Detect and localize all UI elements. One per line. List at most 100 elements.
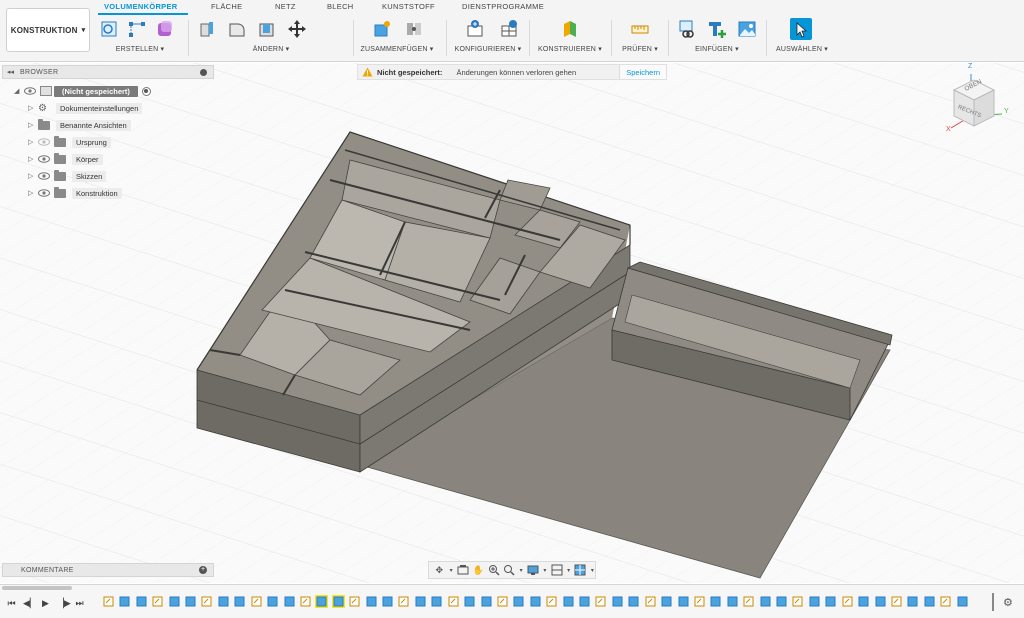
timeline-feature-icon[interactable] (480, 595, 493, 608)
orbit-icon[interactable]: ✥ (433, 564, 445, 576)
save-button[interactable]: Speichern (619, 65, 666, 79)
timeline-feature-icon[interactable] (381, 595, 394, 608)
timeline-feature-icon[interactable] (857, 595, 870, 608)
measure-icon[interactable] (629, 18, 651, 40)
tree-item-ursprung[interactable]: ▷ Ursprung (28, 135, 111, 149)
timeline-feature-icon[interactable] (283, 595, 296, 608)
browser-header[interactable]: ◂◂ BROWSER (2, 65, 214, 79)
step-forward-icon[interactable]: ▕▶ (57, 598, 71, 608)
configure-table-icon[interactable] (498, 18, 520, 40)
timeline-sketch-icon[interactable] (841, 595, 854, 608)
timeline-feature-icon[interactable] (956, 595, 969, 608)
skip-start-icon[interactable]: ⏮ (6, 598, 17, 608)
timeline-feature-icon[interactable] (874, 595, 887, 608)
caret-right-icon[interactable]: ▷ (28, 172, 38, 180)
group-label-pruefen[interactable]: PRÜFEN ▾ (615, 45, 665, 53)
select-icon[interactable] (790, 18, 812, 40)
model-view[interactable] (0, 63, 1024, 583)
timeline-feature-icon[interactable] (217, 595, 230, 608)
grid-snap-icon[interactable] (551, 564, 563, 576)
plane-icon[interactable] (559, 18, 581, 40)
shell-icon[interactable] (256, 18, 278, 40)
timeline-sketch-icon[interactable] (693, 595, 706, 608)
caret-right-icon[interactable]: ▷ (28, 104, 38, 112)
caret-down-icon[interactable]: ◢ (14, 87, 24, 95)
timeline-feature-icon[interactable] (266, 595, 279, 608)
chevron-down-icon[interactable]: ▾ (542, 564, 547, 576)
eye-icon[interactable] (24, 87, 36, 95)
tree-item-koerper[interactable]: ▷ Körper (28, 152, 103, 166)
eye-icon[interactable] (38, 189, 50, 197)
new-component-icon[interactable] (371, 18, 393, 40)
timeline-feature-icon[interactable] (233, 595, 246, 608)
timeline-sketch-icon[interactable] (299, 595, 312, 608)
group-label-konfigurieren[interactable]: KONFIGURIEREN ▾ (450, 45, 526, 53)
eye-icon[interactable] (38, 155, 50, 163)
eye-icon[interactable] (38, 172, 50, 180)
group-label-erstellen[interactable]: ERSTELLEN ▾ (96, 45, 184, 53)
tab-netz[interactable]: NETZ (275, 2, 296, 11)
timeline-feature-icon[interactable] (627, 595, 640, 608)
chevron-down-icon[interactable]: ▾ (518, 564, 523, 576)
timeline-sketch-icon[interactable] (447, 595, 460, 608)
timeline-sketch-icon[interactable] (644, 595, 657, 608)
tab-volumenkoerper[interactable]: VOLUMENKÖRPER (104, 2, 178, 11)
timeline-sketch-icon[interactable] (939, 595, 952, 608)
viewports-icon[interactable] (574, 564, 586, 576)
timeline-feature-icon[interactable] (168, 595, 181, 608)
add-comment-icon[interactable]: + (199, 566, 207, 574)
chevron-down-icon[interactable]: ▾ (448, 564, 453, 576)
display-settings-icon[interactable] (527, 564, 539, 576)
timeline-feature-icon[interactable] (529, 595, 542, 608)
timeline-feature-icon[interactable] (315, 595, 328, 608)
view-cube[interactable]: OBEN RECHTS Z Y X (940, 62, 1020, 142)
canvas-icon[interactable] (736, 18, 758, 40)
zoom-window-icon[interactable] (488, 564, 500, 576)
tree-item-skizzen[interactable]: ▷ Skizzen (28, 169, 107, 183)
collapse-left-icon[interactable]: ◂◂ (7, 68, 14, 76)
timeline-feature-icon[interactable] (135, 595, 148, 608)
timeline-sketch-icon[interactable] (102, 595, 115, 608)
browser-options-icon[interactable] (200, 68, 207, 76)
timeline-feature-icon[interactable] (184, 595, 197, 608)
step-back-icon[interactable]: ◀▏ (23, 598, 37, 608)
timeline-feature-icon[interactable] (463, 595, 476, 608)
timeline-feature-icon[interactable] (578, 595, 591, 608)
comments-panel-header[interactable]: KOMMENTARE + (2, 563, 214, 577)
fillet-icon[interactable] (226, 18, 248, 40)
timeline-feature-icon[interactable] (512, 595, 525, 608)
look-at-icon[interactable] (457, 564, 469, 576)
timeline-feature-icon[interactable] (775, 595, 788, 608)
caret-right-icon[interactable]: ▷ (28, 155, 38, 163)
tree-item-benannte-ansichten[interactable]: ▷ Benannte Ansichten (28, 118, 131, 132)
parameters-icon[interactable] (464, 18, 486, 40)
timeline-feature-icon[interactable] (923, 595, 936, 608)
chevron-down-icon[interactable]: ▾ (566, 564, 571, 576)
sketch-dims-icon[interactable] (126, 18, 148, 40)
timeline-feature-icon[interactable] (660, 595, 673, 608)
group-label-zusammenfuegen[interactable]: ZUSAMMENFÜGEN ▾ (357, 45, 437, 53)
timeline-feature-icon[interactable] (611, 595, 624, 608)
timeline-sketch-icon[interactable] (151, 595, 164, 608)
timeline-sketch-icon[interactable] (397, 595, 410, 608)
tab-kunststoff[interactable]: KUNSTSTOFF (382, 2, 435, 11)
group-label-aendern[interactable]: ÄNDERN ▾ (192, 45, 350, 53)
timeline-feature-icon[interactable] (824, 595, 837, 608)
timeline-marker[interactable] (992, 593, 994, 611)
timeline-sketch-icon[interactable] (594, 595, 607, 608)
timeline-feature-icon[interactable] (677, 595, 690, 608)
timeline-feature-icon[interactable] (332, 595, 345, 608)
tree-item-root[interactable]: ◢ (Nicht gespeichert) (14, 84, 151, 98)
eye-hidden-icon[interactable] (38, 138, 50, 146)
caret-right-icon[interactable]: ▷ (28, 189, 38, 197)
group-label-auswaehlen[interactable]: AUSWÄHLEN ▾ (770, 45, 834, 53)
timeline-scrollbar[interactable] (2, 586, 72, 590)
timeline-sketch-icon[interactable] (890, 595, 903, 608)
timeline-feature-icon[interactable] (906, 595, 919, 608)
timeline-sketch-icon[interactable] (496, 595, 509, 608)
gear-icon[interactable]: ⚙ (1003, 597, 1015, 609)
timeline-feature-icon[interactable] (808, 595, 821, 608)
zoom-icon[interactable] (503, 564, 515, 576)
timeline-sketch-icon[interactable] (742, 595, 755, 608)
pan-hand-icon[interactable]: ✋ (472, 564, 484, 576)
